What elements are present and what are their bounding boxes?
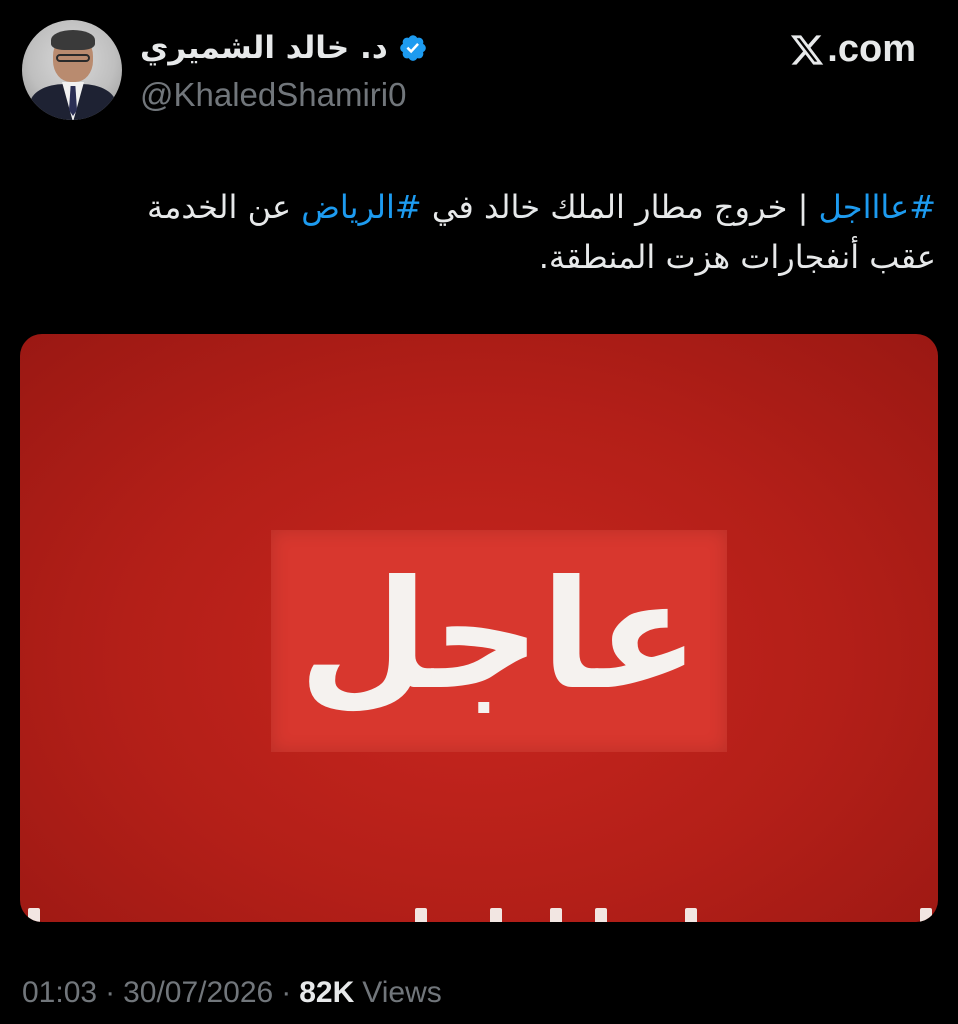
verified-badge-icon — [399, 35, 426, 61]
tweet-media-image[interactable]: عاجل — [20, 334, 938, 922]
views-count[interactable]: 82K — [299, 976, 354, 1010]
x-brand[interactable]: .com — [789, 28, 916, 71]
strip-glyph — [685, 908, 697, 922]
views-label: Views — [362, 976, 442, 1009]
strip-glyph — [28, 908, 40, 922]
strip-glyph — [920, 908, 932, 922]
x-logo-icon — [791, 34, 824, 65]
strip-glyph — [490, 908, 502, 922]
media-bottom-strip — [20, 906, 938, 922]
strip-glyph — [415, 908, 427, 922]
avatar-glasses — [56, 54, 90, 62]
strip-glyph — [595, 908, 607, 922]
brand-domain-label: .com — [827, 28, 916, 70]
author-handle[interactable]: @KhaledShamiri0 — [140, 76, 406, 114]
tweet-meta: 01:03 · 30/07/2026 · 82K Views — [22, 976, 442, 1010]
tweet-line-1: #عاااجل | خروج مطار الملك خالد في #الريا… — [36, 182, 936, 232]
author-avatar[interactable] — [22, 20, 122, 120]
tweet-card: د. خالد الشميري @KhaledShamiri0 .com #عا… — [0, 0, 958, 1024]
tweet-text-part1: | خروج مطار الملك خالد في — [421, 188, 819, 226]
strip-glyph — [550, 908, 562, 922]
tweet-date[interactable]: 30/07/2026 — [123, 976, 273, 1010]
author-display-name[interactable]: د. خالد الشميري — [140, 30, 388, 66]
breaking-news-label: عاجل — [298, 549, 700, 723]
avatar-hair — [51, 30, 95, 50]
tweet-line-2: عقب أنفجارات هزت المنطقة. — [538, 238, 936, 276]
meta-separator: · — [281, 976, 292, 1009]
hashtag-breaking-link[interactable]: #عاااجل — [819, 188, 936, 226]
tweet-text: #عاااجل | خروج مطار الملك خالد في #الريا… — [36, 182, 936, 282]
breaking-news-badge: عاجل — [271, 530, 727, 752]
tweet-text-part2: عن الخدمة — [147, 188, 302, 226]
meta-separator: · — [105, 976, 116, 1009]
hashtag-city-link[interactable]: #الرياض — [301, 188, 421, 226]
author-name-row[interactable]: د. خالد الشميري — [140, 28, 428, 68]
tweet-time[interactable]: 01:03 — [22, 976, 97, 1010]
